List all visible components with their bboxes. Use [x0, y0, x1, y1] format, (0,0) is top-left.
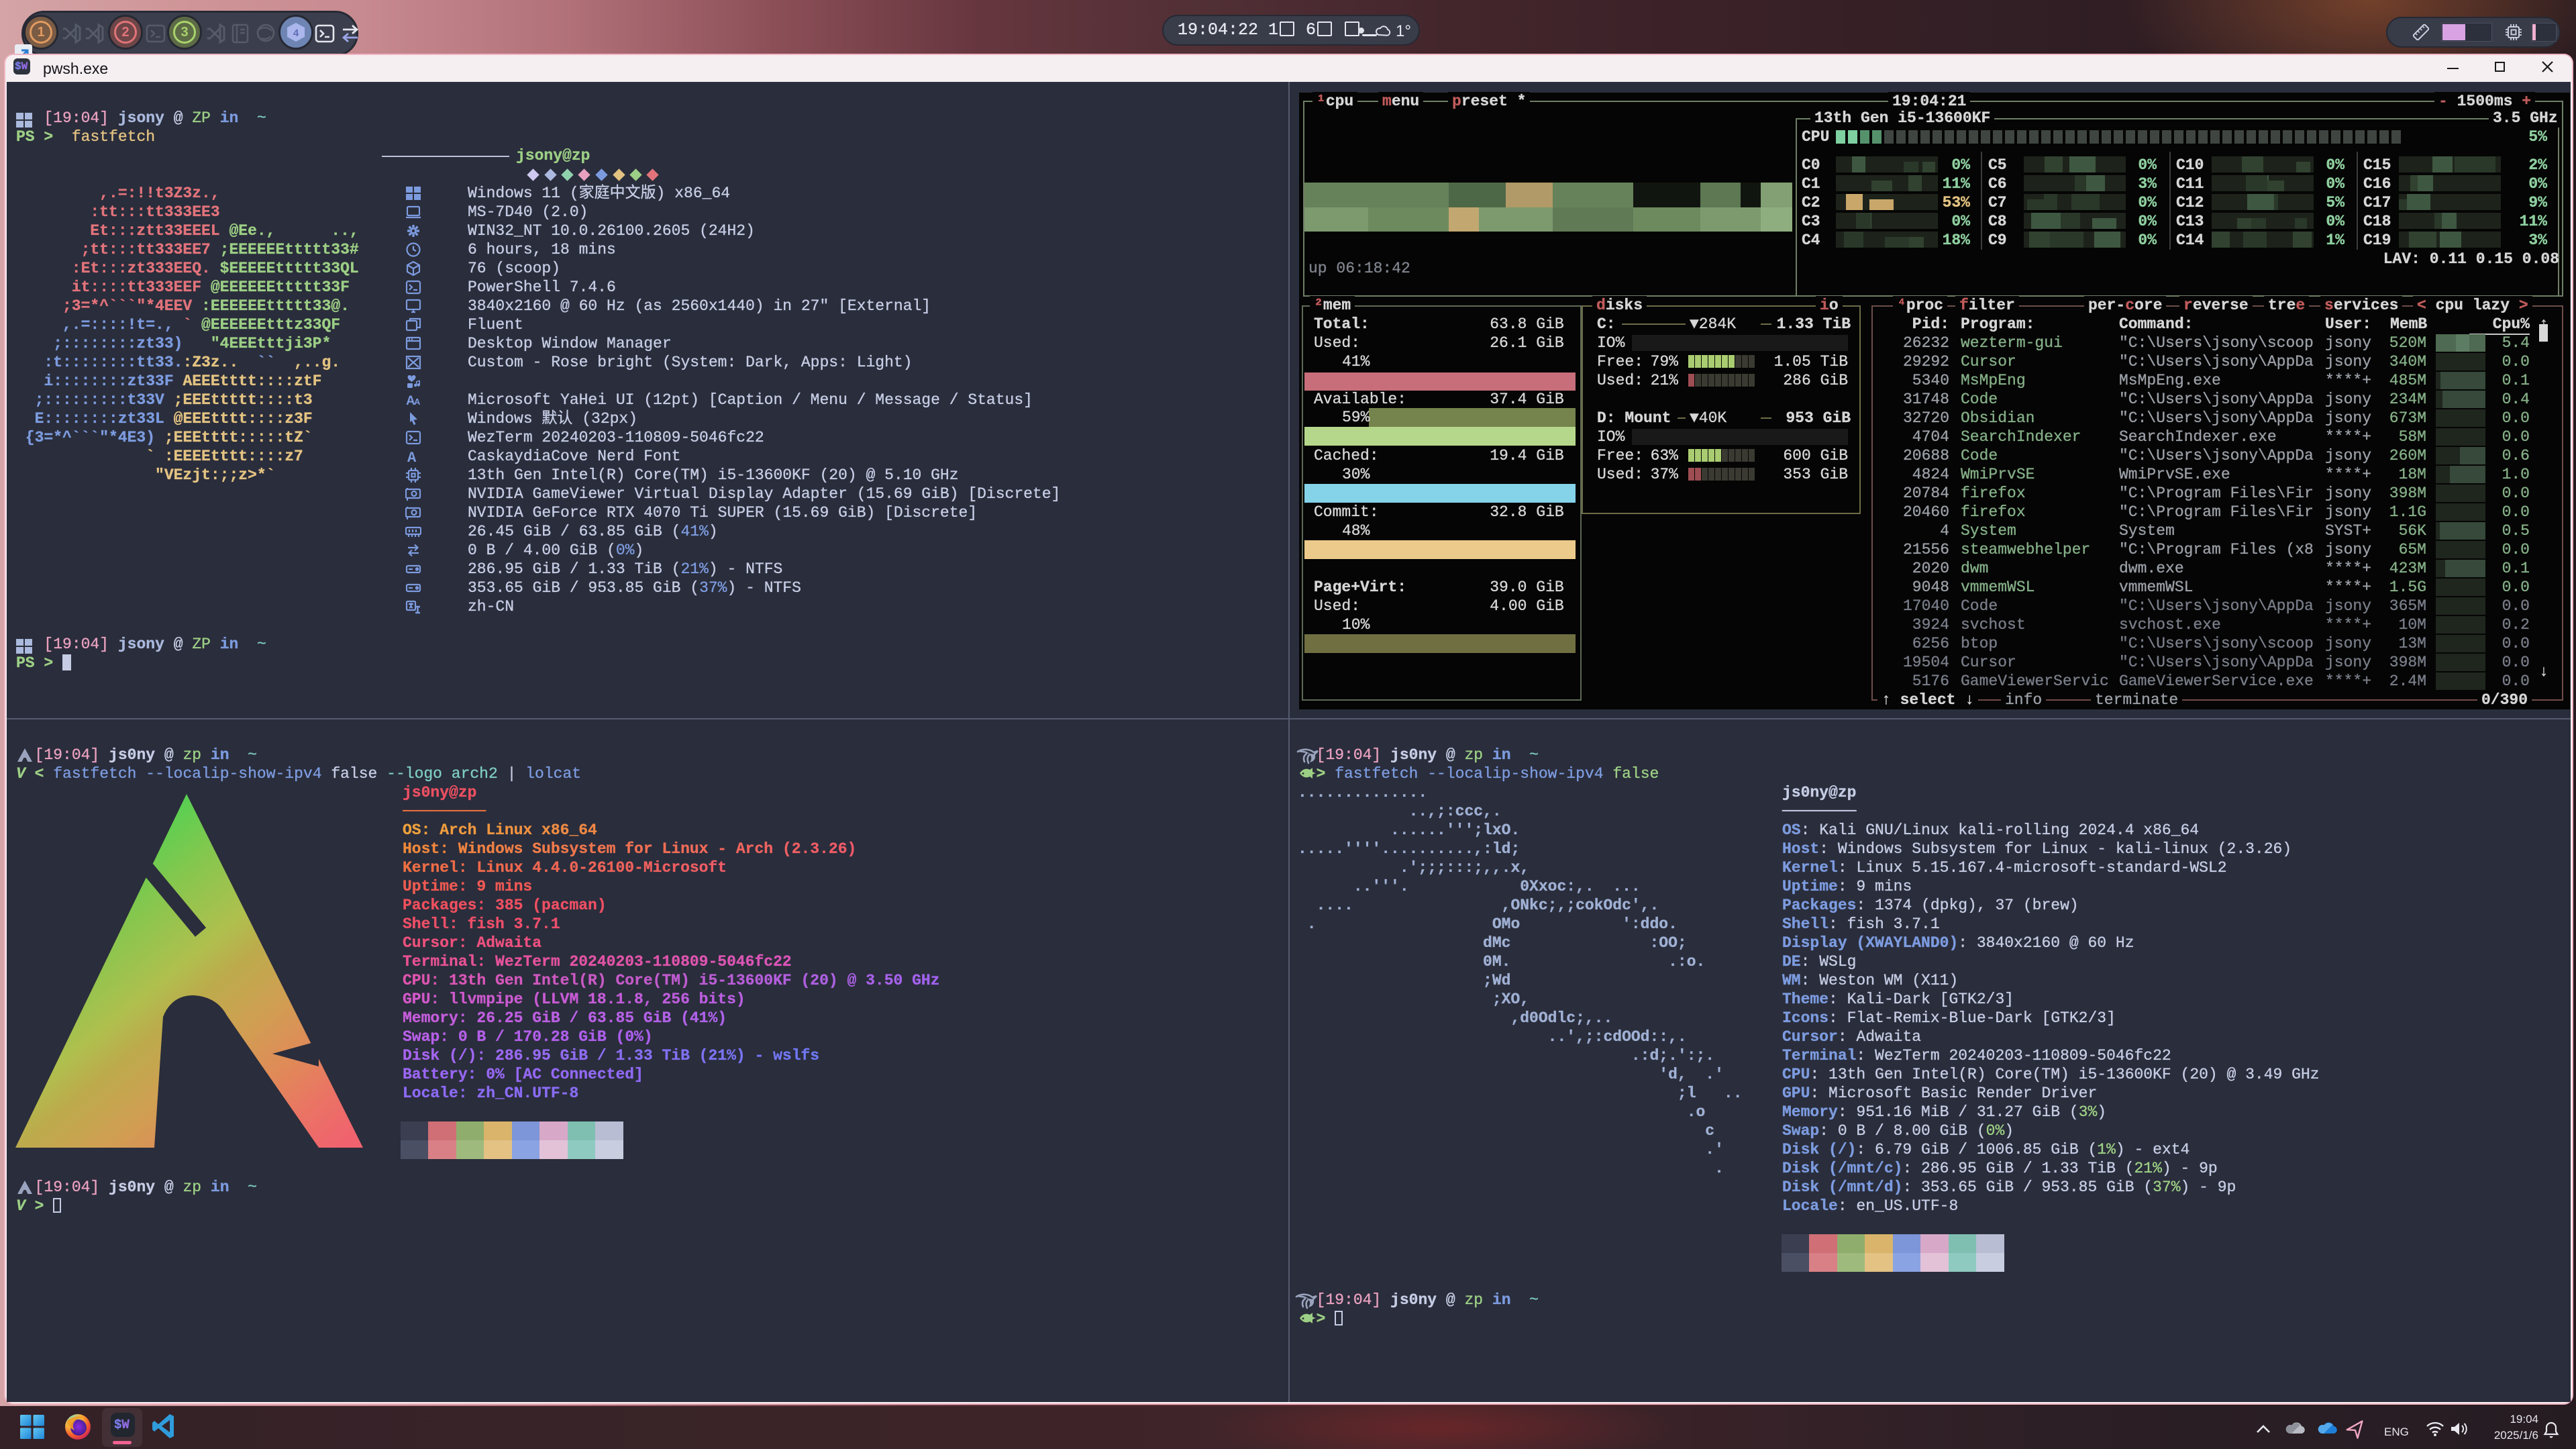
- svg-text:A: A: [407, 450, 417, 464]
- svg-text:A: A: [414, 397, 421, 407]
- svg-text:4: 4: [293, 28, 299, 39]
